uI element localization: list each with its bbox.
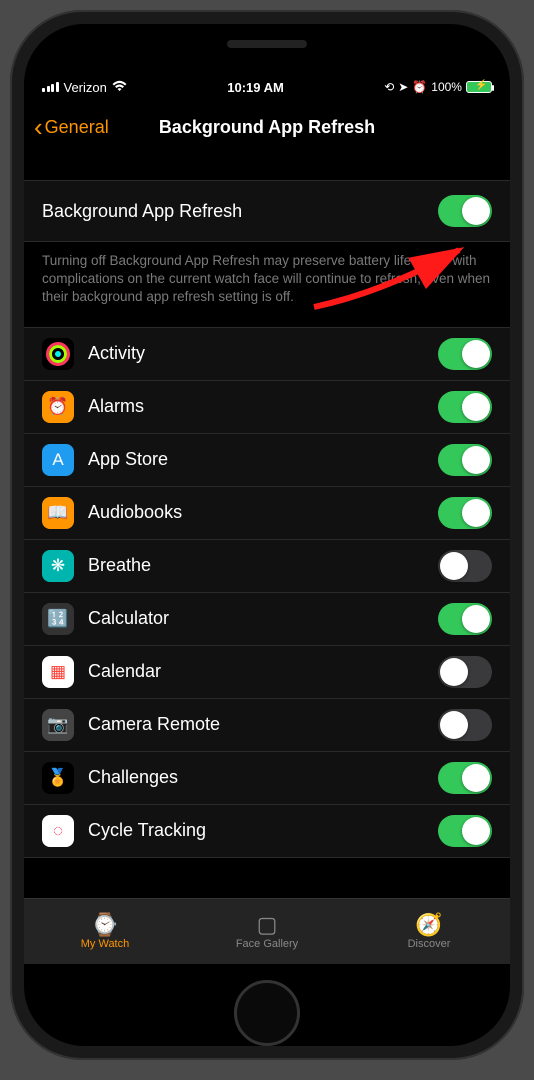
content-scroll[interactable]: Background App Refresh Turning off Backg… (24, 152, 510, 898)
camera-icon: 📷 (42, 709, 74, 741)
orientation-lock-icon: ⟲ (384, 80, 394, 94)
app-toggle-activity[interactable] (438, 338, 492, 370)
clock: 10:19 AM (227, 80, 284, 95)
tab-discover[interactable]: 🧭 Discover (348, 899, 510, 964)
audiobooks-icon: 📖 (42, 497, 74, 529)
signal-icon (42, 82, 59, 92)
tab-label: Face Gallery (236, 938, 298, 950)
app-row-camera: 📷 Camera Remote (24, 699, 510, 752)
carrier-label: Verizon (64, 80, 107, 95)
app-label: Audiobooks (88, 502, 424, 523)
app-row-activity: Activity (24, 327, 510, 381)
app-row-appstore: A App Store (24, 434, 510, 487)
app-label: Calculator (88, 608, 424, 629)
app-row-audiobooks: 📖 Audiobooks (24, 487, 510, 540)
app-toggle-camera[interactable] (438, 709, 492, 741)
app-label: Breathe (88, 555, 424, 576)
tab-icon: ⌚ (91, 914, 118, 936)
tab-my-watch[interactable]: ⌚ My Watch (24, 899, 186, 964)
page-title: Background App Refresh (159, 117, 375, 138)
app-toggle-calculator[interactable] (438, 603, 492, 635)
tab-label: Discover (408, 938, 451, 950)
battery-icon (466, 81, 492, 93)
app-row-breathe: ❋ Breathe (24, 540, 510, 593)
tab-icon: ▢ (257, 914, 278, 936)
app-label: App Store (88, 449, 424, 470)
master-toggle-row: Background App Refresh (24, 180, 510, 242)
phone-frame: Verizon 10:19 AM ⟲ ➤ ⏰ 100% ‹ General Ba… (10, 10, 524, 1060)
back-chevron-icon[interactable]: ‹ (34, 114, 43, 140)
calculator-icon: 🔢 (42, 603, 74, 635)
app-toggle-cycle[interactable] (438, 815, 492, 847)
alarm-icon: ⏰ (412, 80, 427, 94)
app-label: Calendar (88, 661, 424, 682)
breathe-icon: ❋ (42, 550, 74, 582)
cycle-icon: ◌ (42, 815, 74, 847)
app-toggle-audiobooks[interactable] (438, 497, 492, 529)
app-row-calculator: 🔢 Calculator (24, 593, 510, 646)
app-label: Camera Remote (88, 714, 424, 735)
tab-icon: 🧭 (415, 914, 442, 936)
home-button[interactable] (234, 980, 300, 1046)
app-toggle-challenges[interactable] (438, 762, 492, 794)
app-label: Alarms (88, 396, 424, 417)
speaker-slot (227, 40, 307, 48)
app-toggle-appstore[interactable] (438, 444, 492, 476)
battery-pct: 100% (431, 80, 462, 94)
app-row-cycle: ◌ Cycle Tracking (24, 805, 510, 858)
app-label: Activity (88, 343, 424, 364)
app-toggle-calendar[interactable] (438, 656, 492, 688)
alarms-icon: ⏰ (42, 391, 74, 423)
back-button[interactable]: General (45, 117, 109, 138)
app-row-calendar: ▦ Calendar (24, 646, 510, 699)
tab-label: My Watch (81, 938, 130, 950)
master-toggle[interactable] (438, 195, 492, 227)
status-bar: Verizon 10:19 AM ⟲ ➤ ⏰ 100% (24, 72, 510, 102)
app-toggle-alarms[interactable] (438, 391, 492, 423)
app-list: Activity ⏰ Alarms A App Store 📖 Audiobooks ❋ Bre… (24, 327, 510, 858)
app-label: Challenges (88, 767, 424, 788)
appstore-icon: A (42, 444, 74, 476)
screen: Verizon 10:19 AM ⟲ ➤ ⏰ 100% ‹ General Ba… (24, 24, 510, 1046)
app-label: Cycle Tracking (88, 820, 424, 841)
challenges-icon: 🏅 (42, 762, 74, 794)
app-row-alarms: ⏰ Alarms (24, 381, 510, 434)
calendar-icon: ▦ (42, 656, 74, 688)
location-icon: ➤ (398, 80, 408, 94)
wifi-icon (112, 80, 127, 95)
activity-icon (42, 338, 74, 370)
tab-face-gallery[interactable]: ▢ Face Gallery (186, 899, 348, 964)
master-toggle-label: Background App Refresh (42, 201, 242, 222)
app-toggle-breathe[interactable] (438, 550, 492, 582)
app-row-challenges: 🏅 Challenges (24, 752, 510, 805)
nav-bar: ‹ General Background App Refresh (24, 102, 510, 152)
tab-bar: ⌚ My Watch ▢ Face Gallery 🧭 Discover (24, 898, 510, 964)
help-text: Turning off Background App Refresh may p… (24, 242, 510, 327)
